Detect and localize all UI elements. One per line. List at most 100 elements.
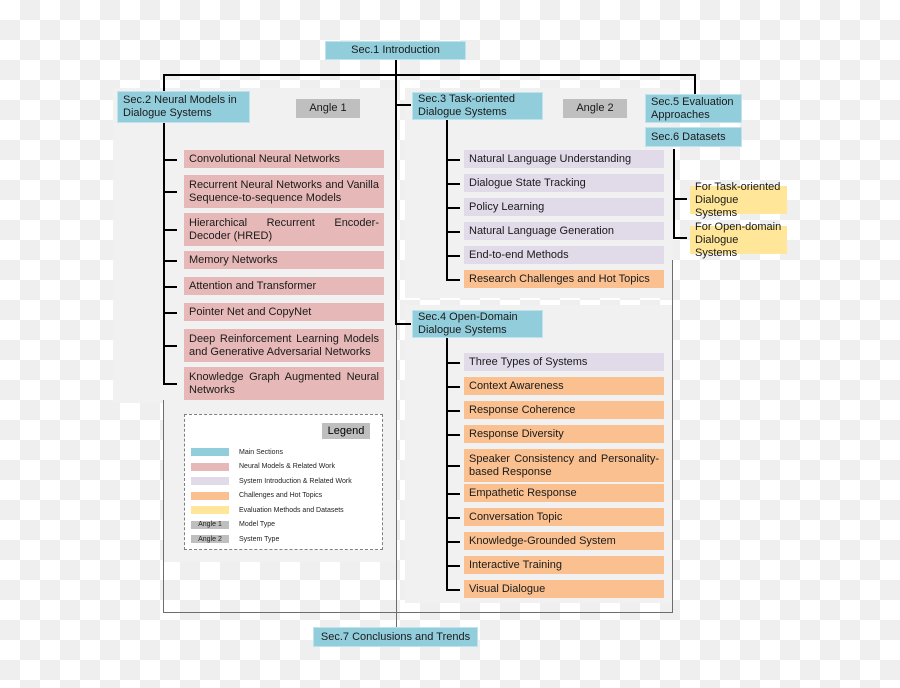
legend-label: Main Sections — [239, 448, 283, 456]
section-neural-models[interactable]: Sec.2 Neural Models in Dialogue Systems — [117, 91, 250, 123]
neural-model-item-label: Pointer Net and CopyNet — [189, 305, 312, 318]
connector-top-bar — [163, 74, 696, 76]
section-task-oriented-label: Sec.3 Task-oriented Dialogue Systems — [418, 93, 516, 118]
datasets-branch-task — [673, 198, 687, 200]
neural-model-item[interactable]: Pointer Net and CopyNet — [184, 303, 384, 321]
open-domain-branch — [446, 465, 460, 467]
task-oriented-item-label: Policy Learning — [469, 200, 545, 213]
legend-label: System Type — [239, 535, 280, 543]
task-oriented-item[interactable]: End-to-end Methods — [464, 246, 664, 264]
datasets-branch-open — [673, 237, 687, 239]
connector-to-sec7 — [396, 300, 397, 628]
legend-swatch: Angle 1 — [191, 520, 229, 529]
legend-item: Angle 1 Model Type — [191, 520, 275, 530]
open-domain-item[interactable]: Empathetic Response — [464, 484, 664, 502]
task-oriented-item-label: Natural Language Understanding — [469, 152, 632, 165]
open-domain-item-label: Speaker Consistency and Personality-base… — [469, 452, 659, 478]
neural-model-item[interactable]: Deep Reinforcement Learning Models and G… — [184, 329, 384, 362]
legend-swatch — [191, 477, 229, 485]
open-domain-item[interactable]: Three Types of Systems — [464, 353, 664, 371]
open-domain-item[interactable]: Response Coherence — [464, 401, 664, 419]
neural-model-item-label: Memory Networks — [189, 253, 278, 266]
legend-label: Neural Models & Related Work — [239, 463, 335, 470]
task-oriented-item[interactable]: Policy Learning — [464, 198, 664, 216]
open-domain-branch — [446, 541, 460, 543]
task-oriented-item[interactable]: Natural Language Understanding — [464, 150, 664, 168]
open-domain-item[interactable]: Visual Dialogue — [464, 580, 664, 598]
neural-models-branch — [163, 229, 177, 231]
neural-model-item[interactable]: Attention and Transformer — [184, 277, 384, 295]
legend-item: Angle 2 System Type — [191, 534, 279, 544]
open-domain-branch — [446, 517, 460, 519]
open-domain-branch — [446, 410, 460, 412]
legend-label: Model Type — [239, 521, 276, 528]
legend-label: Evaluation Methods and Datasets — [239, 506, 344, 514]
open-domain-item-label: Knowledge-Grounded System — [469, 534, 616, 547]
connector-to-sec2 — [163, 74, 165, 92]
open-domain-item[interactable]: Interactive Training — [464, 556, 664, 574]
neural-model-item[interactable]: Convolutional Neural Networks — [184, 150, 384, 168]
open-domain-item-label: Empathetic Response — [469, 486, 577, 499]
legend-item: Main Sections — [191, 447, 283, 457]
neural-model-item-label: Recurrent Neural Networks and Vanilla Se… — [189, 178, 379, 204]
section-conclusions-label: Sec.7 Conclusions and Trends — [320, 630, 471, 643]
connector-to-sec5 — [694, 74, 696, 96]
open-domain-item[interactable]: Conversation Topic — [464, 508, 664, 526]
section-introduction[interactable]: Sec.1 Introduction — [325, 41, 466, 60]
section-task-oriented[interactable]: Sec.3 Task-oriented Dialogue Systems — [412, 92, 543, 120]
legend-swatch: Angle 2 — [191, 535, 229, 543]
angle-2-badge: Angle 2 — [563, 99, 627, 118]
legend-swatch — [191, 448, 229, 456]
task-oriented-branch — [446, 279, 460, 281]
open-domain-item[interactable]: Knowledge-Grounded System — [464, 532, 664, 550]
open-domain-item[interactable]: Speaker Consistency and Personality-base… — [464, 449, 664, 482]
neural-models-branch — [163, 383, 177, 385]
task-oriented-branch — [446, 207, 460, 209]
task-oriented-item[interactable]: Natural Language Generation — [464, 222, 664, 240]
neural-models-branch — [163, 159, 177, 161]
neural-model-item-label: Convolutional Neural Networks — [189, 152, 341, 165]
legend-label: System Introduction & Related Work — [239, 477, 352, 485]
open-domain-item[interactable]: Context Awareness — [464, 377, 664, 395]
neural-model-item-label: Knowledge Graph Augmented Neural Network… — [189, 370, 379, 396]
open-domain-branch — [446, 386, 460, 388]
task-oriented-branch — [446, 231, 460, 233]
open-domain-item[interactable]: Response Diversity — [464, 425, 664, 443]
neural-model-item-label: Attention and Transformer — [189, 279, 317, 292]
neural-models-branch — [163, 191, 177, 193]
task-oriented-item[interactable]: Research Challenges and Hot Topics — [464, 270, 664, 288]
dataset-task-oriented-label: For Task-oriented Dialogue Systems — [695, 180, 781, 219]
legend: Legend Main Sections Neural Models & Rela… — [184, 414, 383, 550]
open-domain-item-label: Context Awareness — [469, 379, 564, 392]
task-oriented-branch — [446, 159, 460, 161]
dataset-open-domain[interactable]: For Open-domain Dialogue Systems — [690, 221, 787, 259]
open-domain-item-label: Visual Dialogue — [469, 582, 546, 595]
neural-model-item[interactable]: Recurrent Neural Networks and Vanilla Se… — [184, 175, 384, 208]
open-domain-item-label: Conversation Topic — [469, 510, 563, 523]
neural-model-item-label: Hierarchical Recurrent Encoder-Decoder (… — [189, 216, 379, 242]
open-domain-branch — [446, 565, 460, 567]
dataset-task-oriented[interactable]: For Task-oriented Dialogue Systems — [690, 181, 787, 219]
task-oriented-item[interactable]: Dialogue State Tracking — [464, 174, 664, 192]
legend-item: Neural Models & Related Work — [191, 462, 335, 472]
frame-right — [672, 260, 673, 613]
legend-swatch — [191, 462, 229, 471]
section-evaluation[interactable]: Sec.5 Evaluation Approaches — [645, 94, 742, 123]
neural-model-item[interactable]: Memory Networks — [184, 251, 384, 269]
open-domain-item-label: Interactive Training — [469, 558, 562, 571]
section-introduction-label: Sec.1 Introduction — [351, 44, 440, 56]
task-oriented-item-label: Dialogue State Tracking — [469, 176, 586, 189]
section-conclusions[interactable]: Sec.7 Conclusions and Trends — [313, 627, 478, 647]
task-oriented-branch — [446, 183, 460, 185]
neural-model-item[interactable]: Hierarchical Recurrent Encoder-Decoder (… — [184, 213, 384, 246]
neural-models-branch — [163, 345, 177, 347]
legend-item: Evaluation Methods and Datasets — [191, 505, 344, 515]
task-oriented-branch — [446, 255, 460, 257]
neural-model-item[interactable]: Knowledge Graph Augmented Neural Network… — [184, 367, 384, 400]
section-open-domain[interactable]: Sec.4 Open-Domain Dialogue Systems — [412, 310, 543, 338]
open-domain-trunk — [446, 338, 448, 590]
legend-item: Challenges and Hot Topics — [191, 491, 322, 501]
section-datasets[interactable]: Sec.6 Datasets — [645, 127, 742, 147]
open-domain-item-label: Response Diversity — [469, 427, 564, 440]
connector-to-sec3 — [395, 104, 411, 106]
